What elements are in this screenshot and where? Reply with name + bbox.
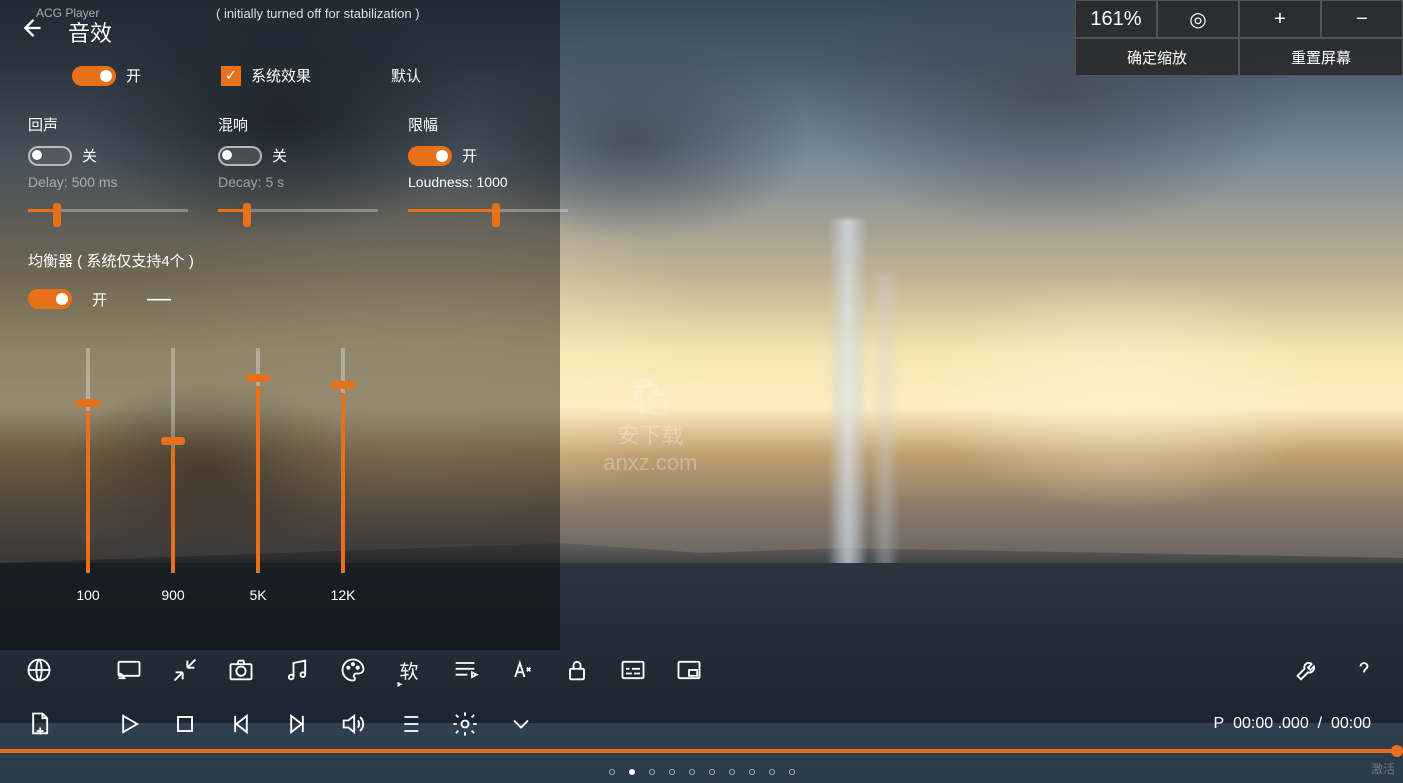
audio-effects-toggle[interactable] (72, 66, 116, 86)
limiter-section: 限幅 开 Loudness: 1000 (408, 114, 568, 220)
echo-slider[interactable] (28, 200, 188, 220)
echo-title: 回声 (28, 114, 188, 135)
equalizer-title: 均衡器 ( 系统仅支持4个 ) (28, 250, 532, 271)
font-icon[interactable] (500, 649, 542, 691)
settings-gear-icon[interactable] (444, 703, 486, 745)
help-icon[interactable] (1343, 649, 1385, 691)
equalizer-toggle[interactable] (28, 289, 72, 309)
page-dot[interactable] (749, 769, 755, 775)
reset-screen-button[interactable]: 重置屏幕 (1239, 38, 1403, 76)
page-indicator[interactable] (609, 769, 795, 775)
activate-windows-text: 激活 (1371, 760, 1395, 777)
zoom-out-icon[interactable]: − (1321, 0, 1403, 38)
reverb-toggle[interactable] (218, 146, 262, 166)
fountain-jet (828, 219, 868, 619)
play-icon[interactable] (108, 703, 150, 745)
reverb-title: 混响 (218, 114, 378, 135)
equalizer-remove-icon[interactable]: — (147, 285, 171, 313)
zoom-in-icon[interactable]: + (1239, 0, 1321, 38)
page-dot[interactable] (609, 769, 615, 775)
eq-band-100[interactable]: 100 (68, 348, 108, 603)
system-effect-checkbox[interactable]: ✓ (221, 66, 241, 86)
limiter-toggle-label: 开 (462, 145, 477, 166)
playlist-icon[interactable] (444, 649, 486, 691)
echo-toggle-label: 关 (82, 145, 97, 166)
echo-section: 回声 关 Delay: 500 ms (28, 114, 188, 220)
confirm-zoom-button[interactable]: 确定缩放 (1075, 38, 1239, 76)
limiter-toggle[interactable] (408, 146, 452, 166)
app-title: ACG Player (36, 6, 99, 20)
eq-band-5K[interactable]: 5K (238, 348, 278, 603)
limiter-caption: Loudness: 1000 (408, 174, 568, 190)
file-add-icon[interactable] (18, 703, 60, 745)
progress-bar[interactable] (0, 749, 1403, 753)
reverb-toggle-label: 关 (272, 145, 287, 166)
pip-icon[interactable] (668, 649, 710, 691)
echo-caption: Delay: 500 ms (28, 174, 188, 190)
watermark-logo: 🛍 安下载 anxz.com (603, 376, 697, 476)
lock-icon[interactable] (556, 649, 598, 691)
bottom-toolbar: ▸软 P 00:00 .000 / 00:00 (0, 633, 1403, 743)
eq-band-900[interactable]: 900 (153, 348, 193, 603)
cast-icon[interactable] (108, 649, 150, 691)
palette-icon[interactable] (332, 649, 374, 691)
globe-icon[interactable] (18, 649, 60, 691)
toolbar-row-1: ▸软 (18, 643, 1385, 697)
reverb-caption: Decay: 5 s (218, 174, 378, 190)
wrench-icon[interactable] (1287, 649, 1329, 691)
stop-icon[interactable] (164, 703, 206, 745)
limiter-slider[interactable] (408, 200, 568, 220)
previous-icon[interactable] (220, 703, 262, 745)
camera-icon[interactable] (220, 649, 262, 691)
soft-decode-button[interactable]: ▸软 (388, 649, 430, 691)
next-icon[interactable] (276, 703, 318, 745)
page-dot[interactable] (649, 769, 655, 775)
page-dot[interactable] (689, 769, 695, 775)
target-icon[interactable]: ◎ (1157, 0, 1239, 38)
system-effect-label: 系统效果 (251, 65, 311, 86)
reverb-section: 混响 关 Decay: 5 s (218, 114, 378, 220)
top-right-controls: 161% ◎ + − 确定缩放 重置屏幕 (1075, 0, 1403, 76)
limiter-title: 限幅 (408, 114, 568, 135)
equalizer-toggle-label: 开 (92, 289, 107, 310)
volume-icon[interactable] (332, 703, 374, 745)
compress-icon[interactable] (164, 649, 206, 691)
stabilization-note: ( initially turned off for stabilization… (216, 6, 420, 21)
subtitle-icon[interactable] (612, 649, 654, 691)
page-dot[interactable] (769, 769, 775, 775)
page-dot[interactable] (729, 769, 735, 775)
default-option[interactable]: 默认 (391, 65, 421, 86)
eq-band-12K[interactable]: 12K (323, 348, 363, 603)
page-dot[interactable] (629, 769, 635, 775)
page-dot[interactable] (789, 769, 795, 775)
reverb-slider[interactable] (218, 200, 378, 220)
chevron-down-icon[interactable] (500, 703, 542, 745)
chapter-list-icon[interactable] (388, 703, 430, 745)
audio-effects-panel: ACG Player ( initially turned off for st… (0, 0, 560, 650)
page-dot[interactable] (669, 769, 675, 775)
panel-title: 音效 (68, 16, 112, 48)
zoom-level[interactable]: 161% (1075, 0, 1157, 38)
toolbar-row-2: P 00:00 .000 / 00:00 (18, 697, 1385, 751)
music-icon[interactable] (276, 649, 318, 691)
time-display: P 00:00 .000 / 00:00 (1214, 715, 1371, 733)
page-dot[interactable] (709, 769, 715, 775)
echo-toggle[interactable] (28, 146, 72, 166)
audio-effects-toggle-label: 开 (126, 65, 141, 86)
